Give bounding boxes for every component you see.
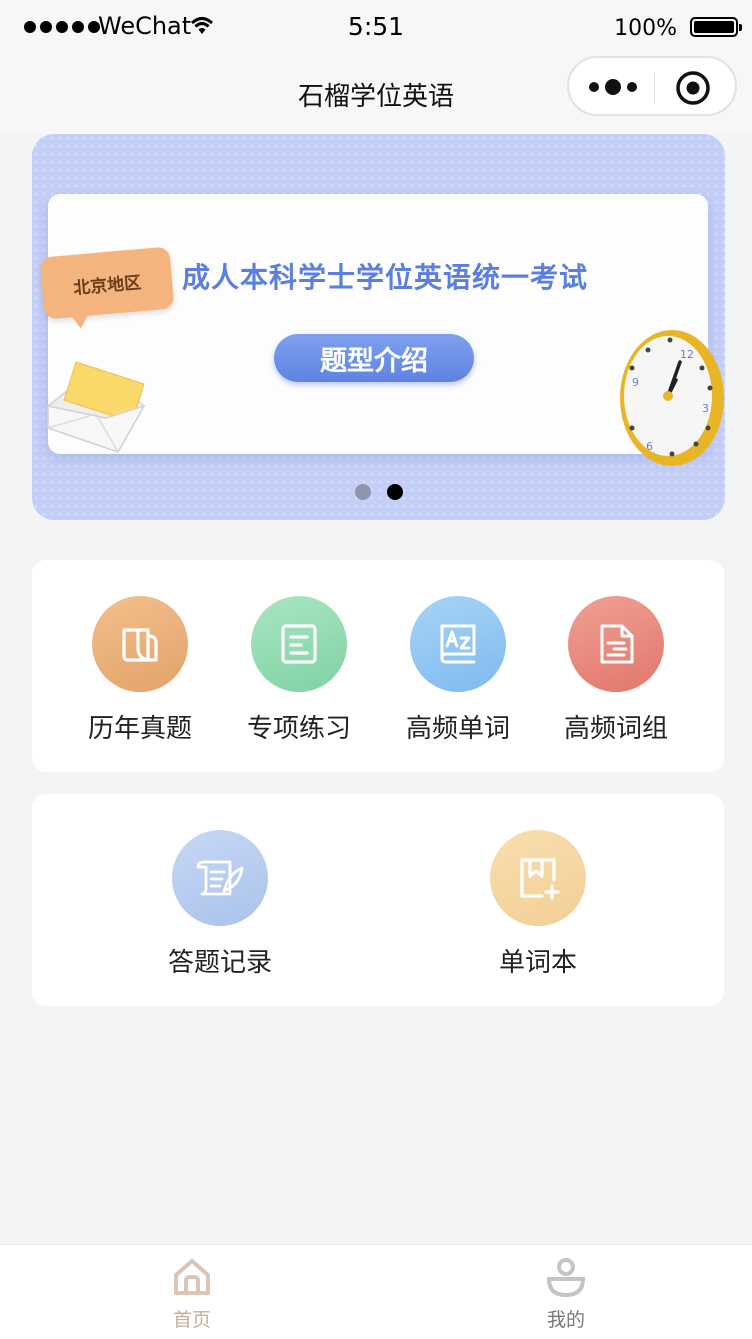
svg-text:12: 12 xyxy=(680,348,694,361)
carousel-dot[interactable] xyxy=(354,484,371,500)
exam-title: 成人本科学士学位英语统一考试 xyxy=(182,261,589,294)
capsule-divider xyxy=(654,72,655,104)
close-miniprogram-icon[interactable] xyxy=(675,70,711,106)
bookmark-add-icon xyxy=(490,830,586,926)
more-options-button[interactable] xyxy=(585,72,647,102)
list-icon xyxy=(251,596,347,692)
tab-home[interactable]: 首页 xyxy=(132,1255,252,1332)
question-type-intro-button[interactable]: 题型介绍 xyxy=(274,334,474,382)
battery-percent: 100% xyxy=(614,16,677,41)
status-bar: WeChat 5:51 100% xyxy=(0,0,752,56)
carousel-dots xyxy=(32,484,725,500)
tools-card: 答题记录 单词本 xyxy=(32,794,724,1006)
tab-bar: 首页 我的 xyxy=(0,1244,752,1339)
answer-records-button[interactable]: 答题记录 xyxy=(140,830,300,979)
mini-program-capsule xyxy=(567,56,737,116)
past-exams-button[interactable]: 历年真题 xyxy=(60,596,220,745)
svg-text:3: 3 xyxy=(702,402,709,415)
answer-records-label: 答题记录 xyxy=(167,948,272,978)
banner-card xyxy=(48,194,708,454)
banner-carousel[interactable]: 北京地区 成人本科学士学位英语统一考试 题型介绍 12 3 6 9 xyxy=(32,134,725,520)
feature-card: 历年真题 专项练习 高频单词 高频词组 xyxy=(32,560,724,772)
tab-me-label: 我的 xyxy=(546,1309,585,1331)
envelope-icon xyxy=(47,361,146,453)
word-book-label: 单词本 xyxy=(498,948,577,978)
clock-icon: 12 3 6 9 xyxy=(620,330,724,466)
word-book-button[interactable]: 单词本 xyxy=(458,830,618,979)
tab-home-label: 首页 xyxy=(172,1309,211,1331)
frequent-words-label: 高频单词 xyxy=(405,714,510,744)
svg-text:6: 6 xyxy=(646,440,653,453)
document-icon xyxy=(568,596,664,692)
scroll-quill-icon xyxy=(172,830,268,926)
carousel-dot-active[interactable] xyxy=(386,484,403,500)
special-practice-label: 专项练习 xyxy=(246,714,351,744)
tab-me[interactable]: 我的 xyxy=(506,1255,626,1332)
region-tag: 北京地区 xyxy=(39,246,175,320)
frequent-words-button[interactable]: 高频单词 xyxy=(378,596,538,745)
frequent-phrases-label: 高频词组 xyxy=(563,714,668,744)
special-practice-button[interactable]: 专项练习 xyxy=(219,596,379,745)
az-book-icon xyxy=(410,596,506,692)
user-icon xyxy=(546,1258,586,1298)
nav-bar: 石榴学位英语 xyxy=(0,56,752,134)
past-exams-label: 历年真题 xyxy=(87,714,192,744)
battery-icon xyxy=(690,17,742,37)
home-icon xyxy=(174,1259,210,1295)
frequent-phrases-button[interactable]: 高频词组 xyxy=(536,596,696,745)
svg-text:9: 9 xyxy=(632,376,639,389)
folder-icon xyxy=(92,596,188,692)
